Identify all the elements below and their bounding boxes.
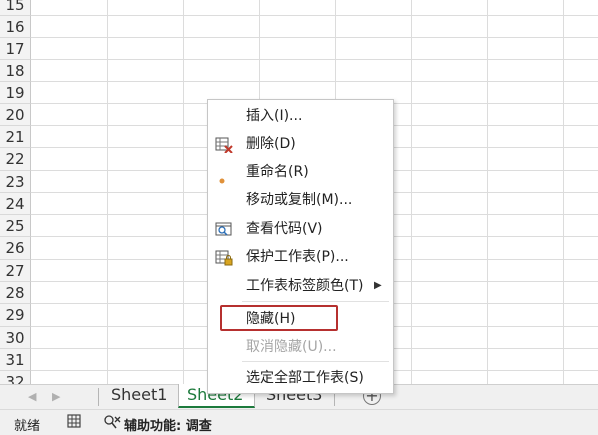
row-header[interactable]: 31 xyxy=(0,349,31,371)
delete-sheet-icon xyxy=(215,136,233,154)
row-header[interactable]: 26 xyxy=(0,237,31,260)
tab-divider xyxy=(98,388,99,406)
menu-item-label: 移动或复制(M)... xyxy=(246,192,353,208)
menu-item-delete[interactable]: 删除(D) xyxy=(208,131,393,157)
bullet-icon xyxy=(219,167,225,184)
row-header[interactable]: 18 xyxy=(0,60,31,82)
scroll-right-icon[interactable]: ▶ xyxy=(52,390,60,403)
grid-line xyxy=(31,81,598,82)
menu-separator xyxy=(242,361,389,362)
row-header[interactable]: 25 xyxy=(0,215,31,237)
accessibility-status[interactable]: 辅助功能: 调查 xyxy=(124,415,212,434)
row-header[interactable]: 29 xyxy=(0,304,31,327)
row-header[interactable]: 30 xyxy=(0,327,31,349)
row-header[interactable]: 17 xyxy=(0,38,31,60)
submenu-arrow-icon: ▶ xyxy=(374,280,382,291)
row-header[interactable]: 15 xyxy=(0,0,31,16)
accessibility-icon[interactable] xyxy=(104,414,122,434)
menu-item-view-code[interactable]: 查看代码(V) xyxy=(208,216,393,242)
menu-item-insert[interactable]: 插入(I)... xyxy=(208,103,393,129)
row-header[interactable]: 27 xyxy=(0,260,31,282)
row-header[interactable]: 23 xyxy=(0,171,31,193)
row-header[interactable]: 20 xyxy=(0,104,31,126)
grid-line xyxy=(31,37,598,38)
row-header[interactable]: 19 xyxy=(0,82,31,104)
menu-item-label: 取消隐藏(U)... xyxy=(246,339,337,355)
scroll-left-icon[interactable]: ◀ xyxy=(28,390,36,403)
menu-separator xyxy=(242,301,389,302)
sheet-tab-sheet1[interactable]: Sheet1 xyxy=(103,384,175,408)
row-header[interactable]: 16 xyxy=(0,16,31,38)
row-header[interactable]: 32 xyxy=(0,371,31,384)
menu-item-label: 选定全部工作表(S) xyxy=(246,370,364,386)
cell-mode-icon[interactable] xyxy=(67,414,81,432)
menu-item-label: 重命名(R) xyxy=(246,164,309,180)
menu-item-unhide: 取消隐藏(U)... xyxy=(208,334,393,360)
sheet-context-menu: 插入(I)... 删除(D) 重命名(R) 移动或复制(M)... 查看代码(V… xyxy=(207,99,394,394)
row-header[interactable]: 24 xyxy=(0,193,31,215)
menu-item-rename[interactable]: 重命名(R) xyxy=(208,159,393,185)
menu-item-move-copy[interactable]: 移动或复制(M)... xyxy=(208,187,393,213)
menu-item-label: 工作表标签颜色(T) xyxy=(246,278,364,294)
menu-item-label: 删除(D) xyxy=(246,136,296,152)
grid-line xyxy=(31,15,598,16)
protect-sheet-icon xyxy=(215,249,233,266)
menu-item-tab-color[interactable]: 工作表标签颜色(T) ▶ xyxy=(208,273,393,299)
grid-line xyxy=(487,0,488,384)
status-bar: 就绪 辅助功能: 调查 xyxy=(0,409,598,435)
grid-line xyxy=(563,0,564,384)
status-ready: 就绪 xyxy=(14,419,41,434)
row-header[interactable]: 28 xyxy=(0,282,31,304)
grid-line xyxy=(411,0,412,384)
view-code-icon xyxy=(215,221,233,237)
grid-line xyxy=(107,0,108,384)
menu-item-label: 保护工作表(P)... xyxy=(246,249,349,265)
row-header[interactable]: 22 xyxy=(0,148,31,171)
menu-item-select-all-sheets[interactable]: 选定全部工作表(S) xyxy=(208,365,393,391)
highlight-box xyxy=(220,305,338,331)
grid-line xyxy=(183,0,184,384)
menu-item-label: 查看代码(V) xyxy=(246,221,323,237)
menu-item-label: 插入(I)... xyxy=(246,108,303,124)
menu-item-protect-sheet[interactable]: 保护工作表(P)... xyxy=(208,244,393,270)
grid-line xyxy=(31,59,598,60)
row-header[interactable]: 21 xyxy=(0,126,31,148)
